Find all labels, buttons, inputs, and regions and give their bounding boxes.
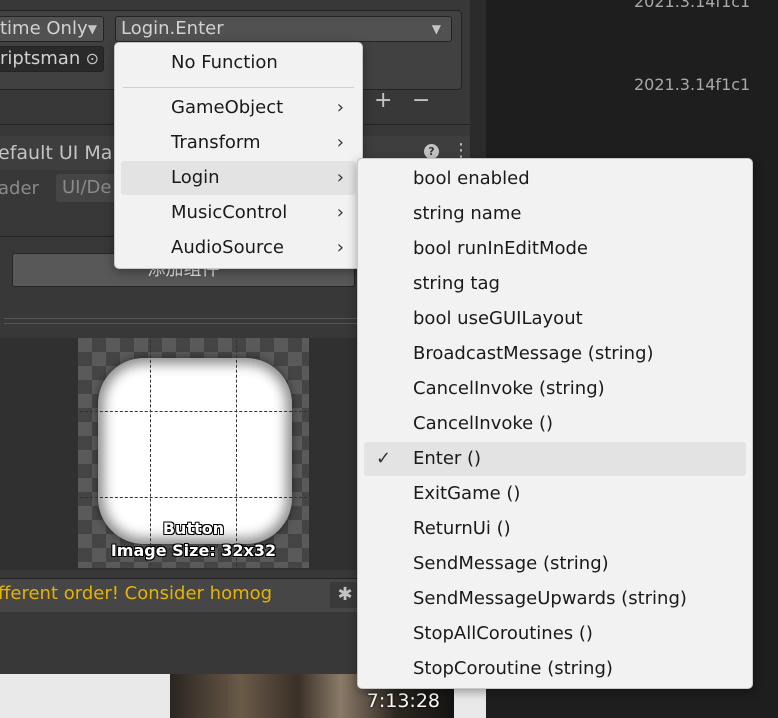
- menu-item-login[interactable]: Login ›: [121, 161, 356, 195]
- menu-item-label: CancelInvoke (): [413, 413, 553, 434]
- menu-item-label: BroadcastMessage (string): [413, 343, 654, 364]
- menu-item-stopallcoroutines[interactable]: StopAllCoroutines (): [364, 617, 746, 651]
- runtime-mode-value: time Only: [0, 18, 88, 39]
- slice-guide: [80, 411, 307, 412]
- menu-item-label: Enter (): [413, 448, 482, 469]
- video-duration: 7:13:28: [366, 690, 440, 712]
- object-picker-icon[interactable]: ⊙: [86, 47, 99, 71]
- menu-item-sendmessageupwards[interactable]: SendMessageUpwards (string): [364, 582, 746, 616]
- object-field[interactable]: riptsman ⊙: [0, 46, 104, 72]
- menu-item-exitgame[interactable]: ExitGame (): [364, 477, 746, 511]
- menu-item-label: bool runInEditMode: [413, 238, 589, 259]
- menu-item-no-function[interactable]: No Function: [121, 46, 356, 80]
- function-value: Login.Enter: [121, 18, 224, 39]
- function-dropdown[interactable]: Login.Enter ▼: [115, 16, 452, 42]
- menu-item-audiosource[interactable]: AudioSource ›: [121, 231, 356, 265]
- function-menu: No Function GameObject › Transform › Log…: [114, 42, 363, 269]
- warning-text: fferent order! Consider homog: [0, 583, 273, 604]
- menu-item-label: ExitGame (): [413, 483, 521, 504]
- menu-item-bool-runineditmode[interactable]: bool runInEditMode: [364, 232, 746, 266]
- slice-guide: [80, 497, 307, 498]
- menu-item-returnui[interactable]: ReturnUi (): [364, 512, 746, 546]
- menu-item-label: Transform: [171, 132, 261, 153]
- menu-item-transform[interactable]: Transform ›: [121, 126, 356, 160]
- menu-item-cancelinvoke-string[interactable]: CancelInvoke (string): [364, 372, 746, 406]
- menu-item-stopcoroutine[interactable]: StopCoroutine (string): [364, 652, 746, 686]
- menu-separator: [123, 87, 354, 88]
- remove-icon[interactable]: −: [412, 88, 430, 113]
- menu-item-label: bool useGUILayout: [413, 308, 583, 329]
- material-title: efault UI Ma: [0, 142, 113, 164]
- menu-item-label: StopCoroutine (string): [413, 658, 613, 679]
- menu-item-label: string tag: [413, 273, 500, 294]
- checkmark-icon: ✓: [376, 448, 392, 469]
- menu-item-label: string name: [413, 203, 522, 224]
- menu-item-bool-useguilayout[interactable]: bool useGUILayout: [364, 302, 746, 336]
- sprite-preview: [98, 358, 292, 544]
- menu-item-sendmessage[interactable]: SendMessage (string): [364, 547, 746, 581]
- menu-item-broadcastmessage[interactable]: BroadcastMessage (string): [364, 337, 746, 371]
- add-icon[interactable]: +: [374, 88, 392, 113]
- menu-item-label: MusicControl: [171, 202, 288, 223]
- menu-item-bool-enabled[interactable]: bool enabled: [364, 162, 746, 196]
- login-submenu: bool enabled string name bool runInEditM…: [357, 158, 753, 689]
- menu-item-label: StopAllCoroutines (): [413, 623, 593, 644]
- preview-name: Button: [162, 519, 225, 538]
- chevron-right-icon: ›: [336, 202, 344, 223]
- object-value: riptsman: [0, 48, 81, 69]
- dropdown-arrow-icon: ▼: [87, 22, 97, 36]
- menu-item-label: bool enabled: [413, 168, 530, 189]
- menu-item-string-tag[interactable]: string tag: [364, 267, 746, 301]
- chevron-right-icon: ›: [336, 237, 344, 258]
- menu-item-musiccontrol[interactable]: MusicControl ›: [121, 196, 356, 230]
- menu-item-label: SendMessage (string): [413, 553, 609, 574]
- list-controls: + −: [372, 88, 442, 114]
- shader-label: ader: [0, 178, 39, 199]
- menu-item-label: No Function: [171, 52, 278, 73]
- menu-item-label: ReturnUi (): [413, 518, 511, 539]
- dropdown-arrow-icon: ▼: [431, 22, 441, 36]
- version-label: 2021.3.14f1c1: [634, 75, 751, 94]
- menu-item-cancelinvoke[interactable]: CancelInvoke (): [364, 407, 746, 441]
- bug-icon[interactable]: ✱: [330, 582, 360, 608]
- runtime-mode-dropdown[interactable]: time Only ▼: [0, 16, 104, 42]
- preview-size: Image Size: 32x32: [110, 541, 277, 560]
- menu-item-label: CancelInvoke (string): [413, 378, 605, 399]
- menu-item-enter[interactable]: ✓ Enter (): [364, 442, 746, 476]
- version-label: 2021.3.14f1c1: [634, 0, 751, 11]
- help-icon[interactable]: ?: [424, 144, 439, 159]
- menu-item-string-name[interactable]: string name: [364, 197, 746, 231]
- menu-item-label: SendMessageUpwards (string): [413, 588, 687, 609]
- menu-item-label: GameObject: [171, 97, 284, 118]
- chevron-right-icon: ›: [336, 167, 344, 188]
- menu-item-gameobject[interactable]: GameObject ›: [121, 91, 356, 125]
- chevron-right-icon: ›: [336, 132, 344, 153]
- chevron-right-icon: ›: [336, 97, 344, 118]
- menu-item-label: Login: [171, 167, 220, 188]
- menu-item-label: AudioSource: [171, 237, 284, 258]
